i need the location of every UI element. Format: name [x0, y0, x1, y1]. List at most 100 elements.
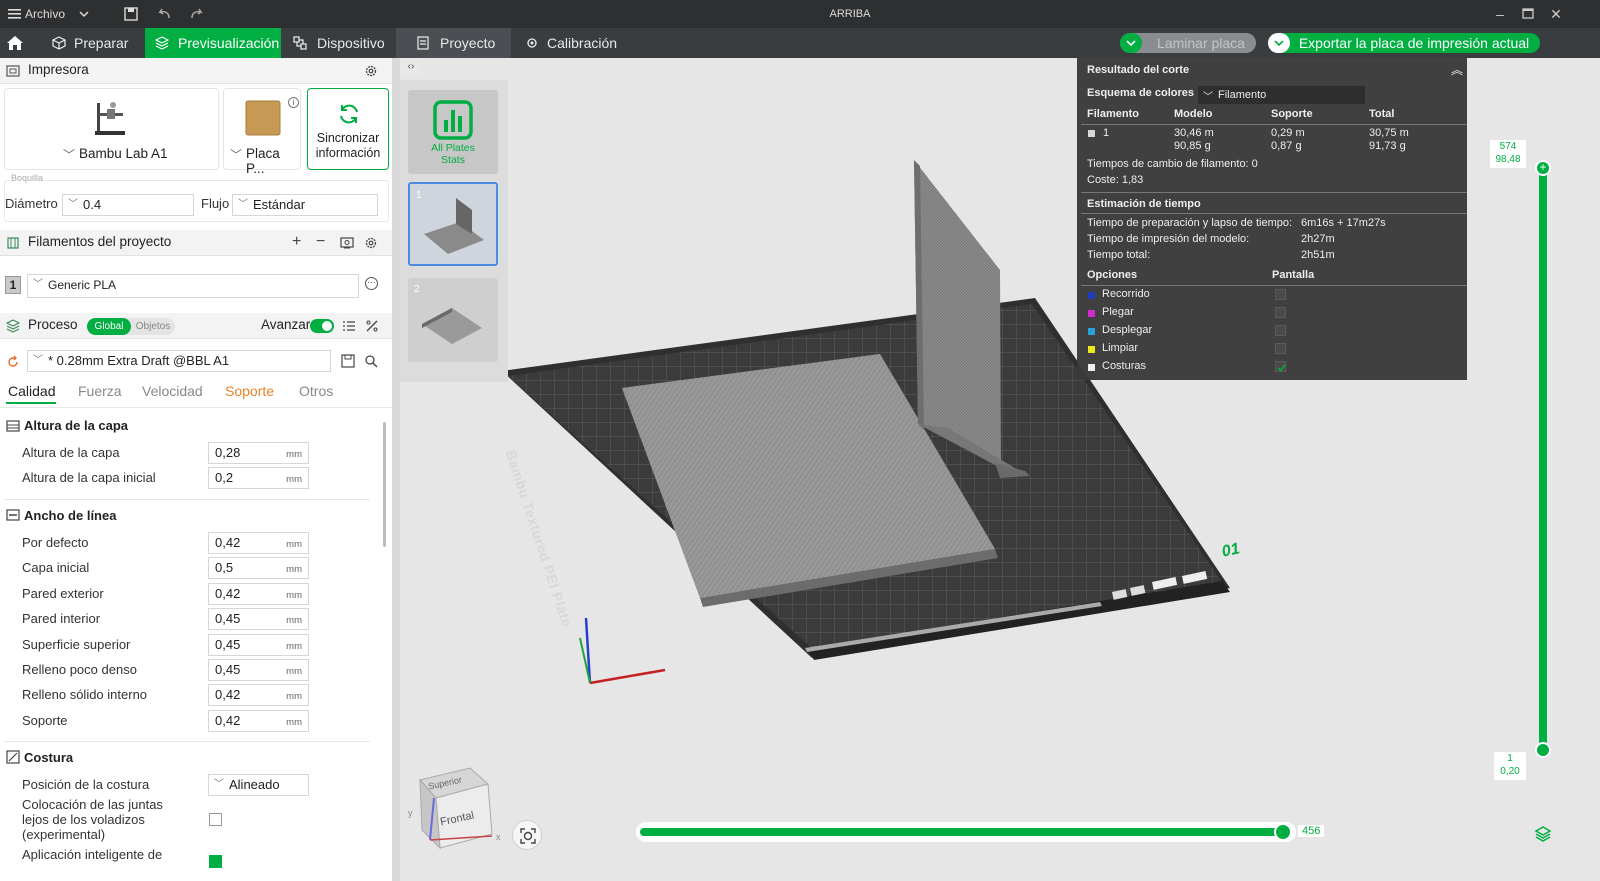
- initial-layer-height-input[interactable]: 0,2 mm: [208, 467, 309, 489]
- filament-settings-gear-icon[interactable]: [364, 236, 378, 250]
- printer-card[interactable]: ﹀ Bambu Lab A1: [4, 88, 219, 170]
- seam-gap-label-line1: Colocación de las juntas: [22, 797, 163, 812]
- compare-percent-icon[interactable]: [365, 319, 379, 333]
- reset-view-button[interactable]: [512, 820, 542, 850]
- layer-slider-track[interactable]: [1539, 166, 1547, 752]
- add-filament-icon[interactable]: +: [292, 233, 301, 251]
- layer-slider-bottom-handle[interactable]: [1535, 742, 1551, 758]
- title-bar: Archivo ARRIBA – ✕: [0, 0, 1600, 28]
- chevron-down-icon: ﹀: [63, 148, 76, 162]
- tab-soporte[interactable]: Soporte: [225, 383, 274, 399]
- layers-view-icon[interactable]: [1534, 825, 1552, 843]
- line-width-input[interactable]: 0,45 mm: [208, 634, 309, 656]
- seam-gap-checkbox[interactable]: [209, 813, 222, 826]
- tab-otros[interactable]: Otros: [299, 383, 333, 399]
- slice-result-panel: Resultado del corte ︽ Esquema de colores…: [1077, 58, 1467, 380]
- advance-switch[interactable]: [310, 319, 334, 333]
- layer-height-group-title: Altura de la capa: [24, 418, 129, 433]
- option-display-checkbox[interactable]: [1275, 289, 1286, 300]
- save-profile-icon[interactable]: [341, 354, 355, 368]
- tab-preparar-label: Preparar: [74, 35, 129, 51]
- redo-icon[interactable]: [190, 0, 204, 28]
- layer-height-input[interactable]: 0,28 mm: [208, 442, 309, 464]
- process-profile-select[interactable]: ﹀ * 0.28mm Extra Draft @BBL A1: [27, 350, 331, 372]
- info-icon[interactable]: i: [288, 97, 299, 108]
- line-width-input[interactable]: 0,42 mm: [208, 710, 309, 732]
- flow-select[interactable]: ﹀ Estándar: [232, 194, 378, 216]
- line-width-input[interactable]: 0,42 mm: [208, 684, 309, 706]
- tab-calidad[interactable]: Calidad: [8, 383, 55, 399]
- toggle-objects[interactable]: Objetos: [131, 318, 175, 335]
- seam-position-select[interactable]: ﹀ Alineado: [208, 774, 309, 796]
- filament-spool-icon: [7, 237, 19, 249]
- export-plate-button[interactable]: Exportar la placa de impresión actual: [1268, 33, 1540, 53]
- undo-icon[interactable]: [157, 0, 171, 28]
- filament-changes: Tiempos de cambio de filamento: 0: [1087, 158, 1258, 170]
- maximize-icon[interactable]: [1514, 0, 1542, 28]
- move-slider-track[interactable]: [636, 822, 1296, 842]
- layer-slider-top-handle[interactable]: +: [1535, 160, 1551, 176]
- top-layer-number: 574: [1499, 141, 1517, 152]
- slice-dropdown-chevron-icon[interactable]: [1120, 33, 1142, 53]
- tab-previsualizacion[interactable]: Previsualización: [145, 28, 281, 58]
- slice-plate-button[interactable]: Laminar placa: [1120, 33, 1256, 53]
- line-width-value: 0,45: [215, 637, 241, 652]
- printer-settings-gear-icon[interactable]: [364, 64, 378, 78]
- line-width-label: Relleno sólido interno: [22, 687, 148, 702]
- option-display-checkbox[interactable]: [1275, 325, 1286, 336]
- plate-thumbnail-1[interactable]: 1: [408, 182, 498, 266]
- chevron-down-icon[interactable]: [78, 0, 90, 28]
- option-display-checkbox[interactable]: [1275, 307, 1286, 318]
- export-dropdown-chevron-icon[interactable]: [1268, 33, 1290, 53]
- hamburger-menu-icon[interactable]: [8, 0, 22, 28]
- list-icon[interactable]: [342, 319, 356, 333]
- file-menu[interactable]: Archivo: [25, 0, 65, 28]
- plate-card[interactable]: i ﹀ Placa P...: [223, 88, 301, 176]
- filament-index-swatch[interactable]: 1: [5, 276, 21, 294]
- filament-sync-icon[interactable]: [340, 236, 354, 250]
- export-plate-label: Exportar la placa de impresión actual: [1298, 35, 1530, 51]
- line-width-input[interactable]: 0,45 mm: [208, 659, 309, 681]
- printer-icon: [6, 65, 20, 77]
- toggle-global[interactable]: Global: [87, 318, 131, 335]
- smart-apply-checkbox[interactable]: [209, 855, 222, 868]
- option-display-checkbox[interactable]: [1275, 343, 1286, 354]
- tab-dispositivo[interactable]: Dispositivo: [283, 28, 396, 58]
- close-icon[interactable]: ✕: [1542, 0, 1570, 28]
- line-width-input[interactable]: 0,5 mm: [208, 557, 309, 579]
- collapse-icon[interactable]: ︽: [1451, 61, 1463, 78]
- all-plates-stats-button[interactable]: All Plates Stats: [408, 90, 498, 174]
- row-support-weight: 0,87 g: [1271, 140, 1302, 152]
- reset-icon[interactable]: [6, 355, 20, 369]
- line-width-input[interactable]: 0,42 mm: [208, 583, 309, 605]
- settings-scrollbar[interactable]: [383, 422, 386, 547]
- line-width-label: Capa inicial: [22, 560, 90, 575]
- printer-a1-icon: [95, 102, 125, 135]
- tab-preparar[interactable]: Preparar: [40, 28, 145, 58]
- search-icon[interactable]: [364, 354, 378, 368]
- tab-calibracion[interactable]: Calibración: [511, 28, 631, 58]
- global-objects-toggle[interactable]: Global Objetos: [87, 318, 175, 335]
- option-display-checkbox[interactable]: [1275, 361, 1286, 372]
- sync-info-button[interactable]: Sincronizar información: [307, 88, 389, 170]
- diameter-select[interactable]: ﹀ 0.4: [62, 194, 194, 216]
- bottom-layer-number: 1: [1507, 753, 1513, 764]
- filament-select[interactable]: ﹀ Generic PLA: [27, 274, 359, 298]
- tab-proyecto[interactable]: Proyecto: [396, 28, 511, 58]
- more-options-icon[interactable]: ···: [365, 277, 378, 290]
- save-icon[interactable]: [124, 0, 138, 28]
- line-width-input[interactable]: 0,45 mm: [208, 608, 309, 630]
- color-scheme-select[interactable]: ﹀ Filamento: [1198, 86, 1365, 104]
- minimize-icon[interactable]: –: [1486, 0, 1514, 28]
- layer-height-label: Altura de la capa: [22, 445, 120, 460]
- panel-splitter[interactable]: [392, 58, 400, 881]
- remove-filament-icon[interactable]: −: [316, 233, 325, 251]
- home-icon[interactable]: [0, 28, 30, 58]
- line-width-input[interactable]: 0,42 mm: [208, 532, 309, 554]
- chevron-down-icon: ﹀: [238, 199, 248, 210]
- collapse-sidebar-icon[interactable]: ‹›: [400, 58, 422, 76]
- tab-velocidad[interactable]: Velocidad: [142, 383, 203, 399]
- tab-fuerza[interactable]: Fuerza: [78, 383, 122, 399]
- move-slider-handle[interactable]: [1274, 823, 1292, 841]
- plate-thumbnail-2[interactable]: 2: [408, 278, 498, 362]
